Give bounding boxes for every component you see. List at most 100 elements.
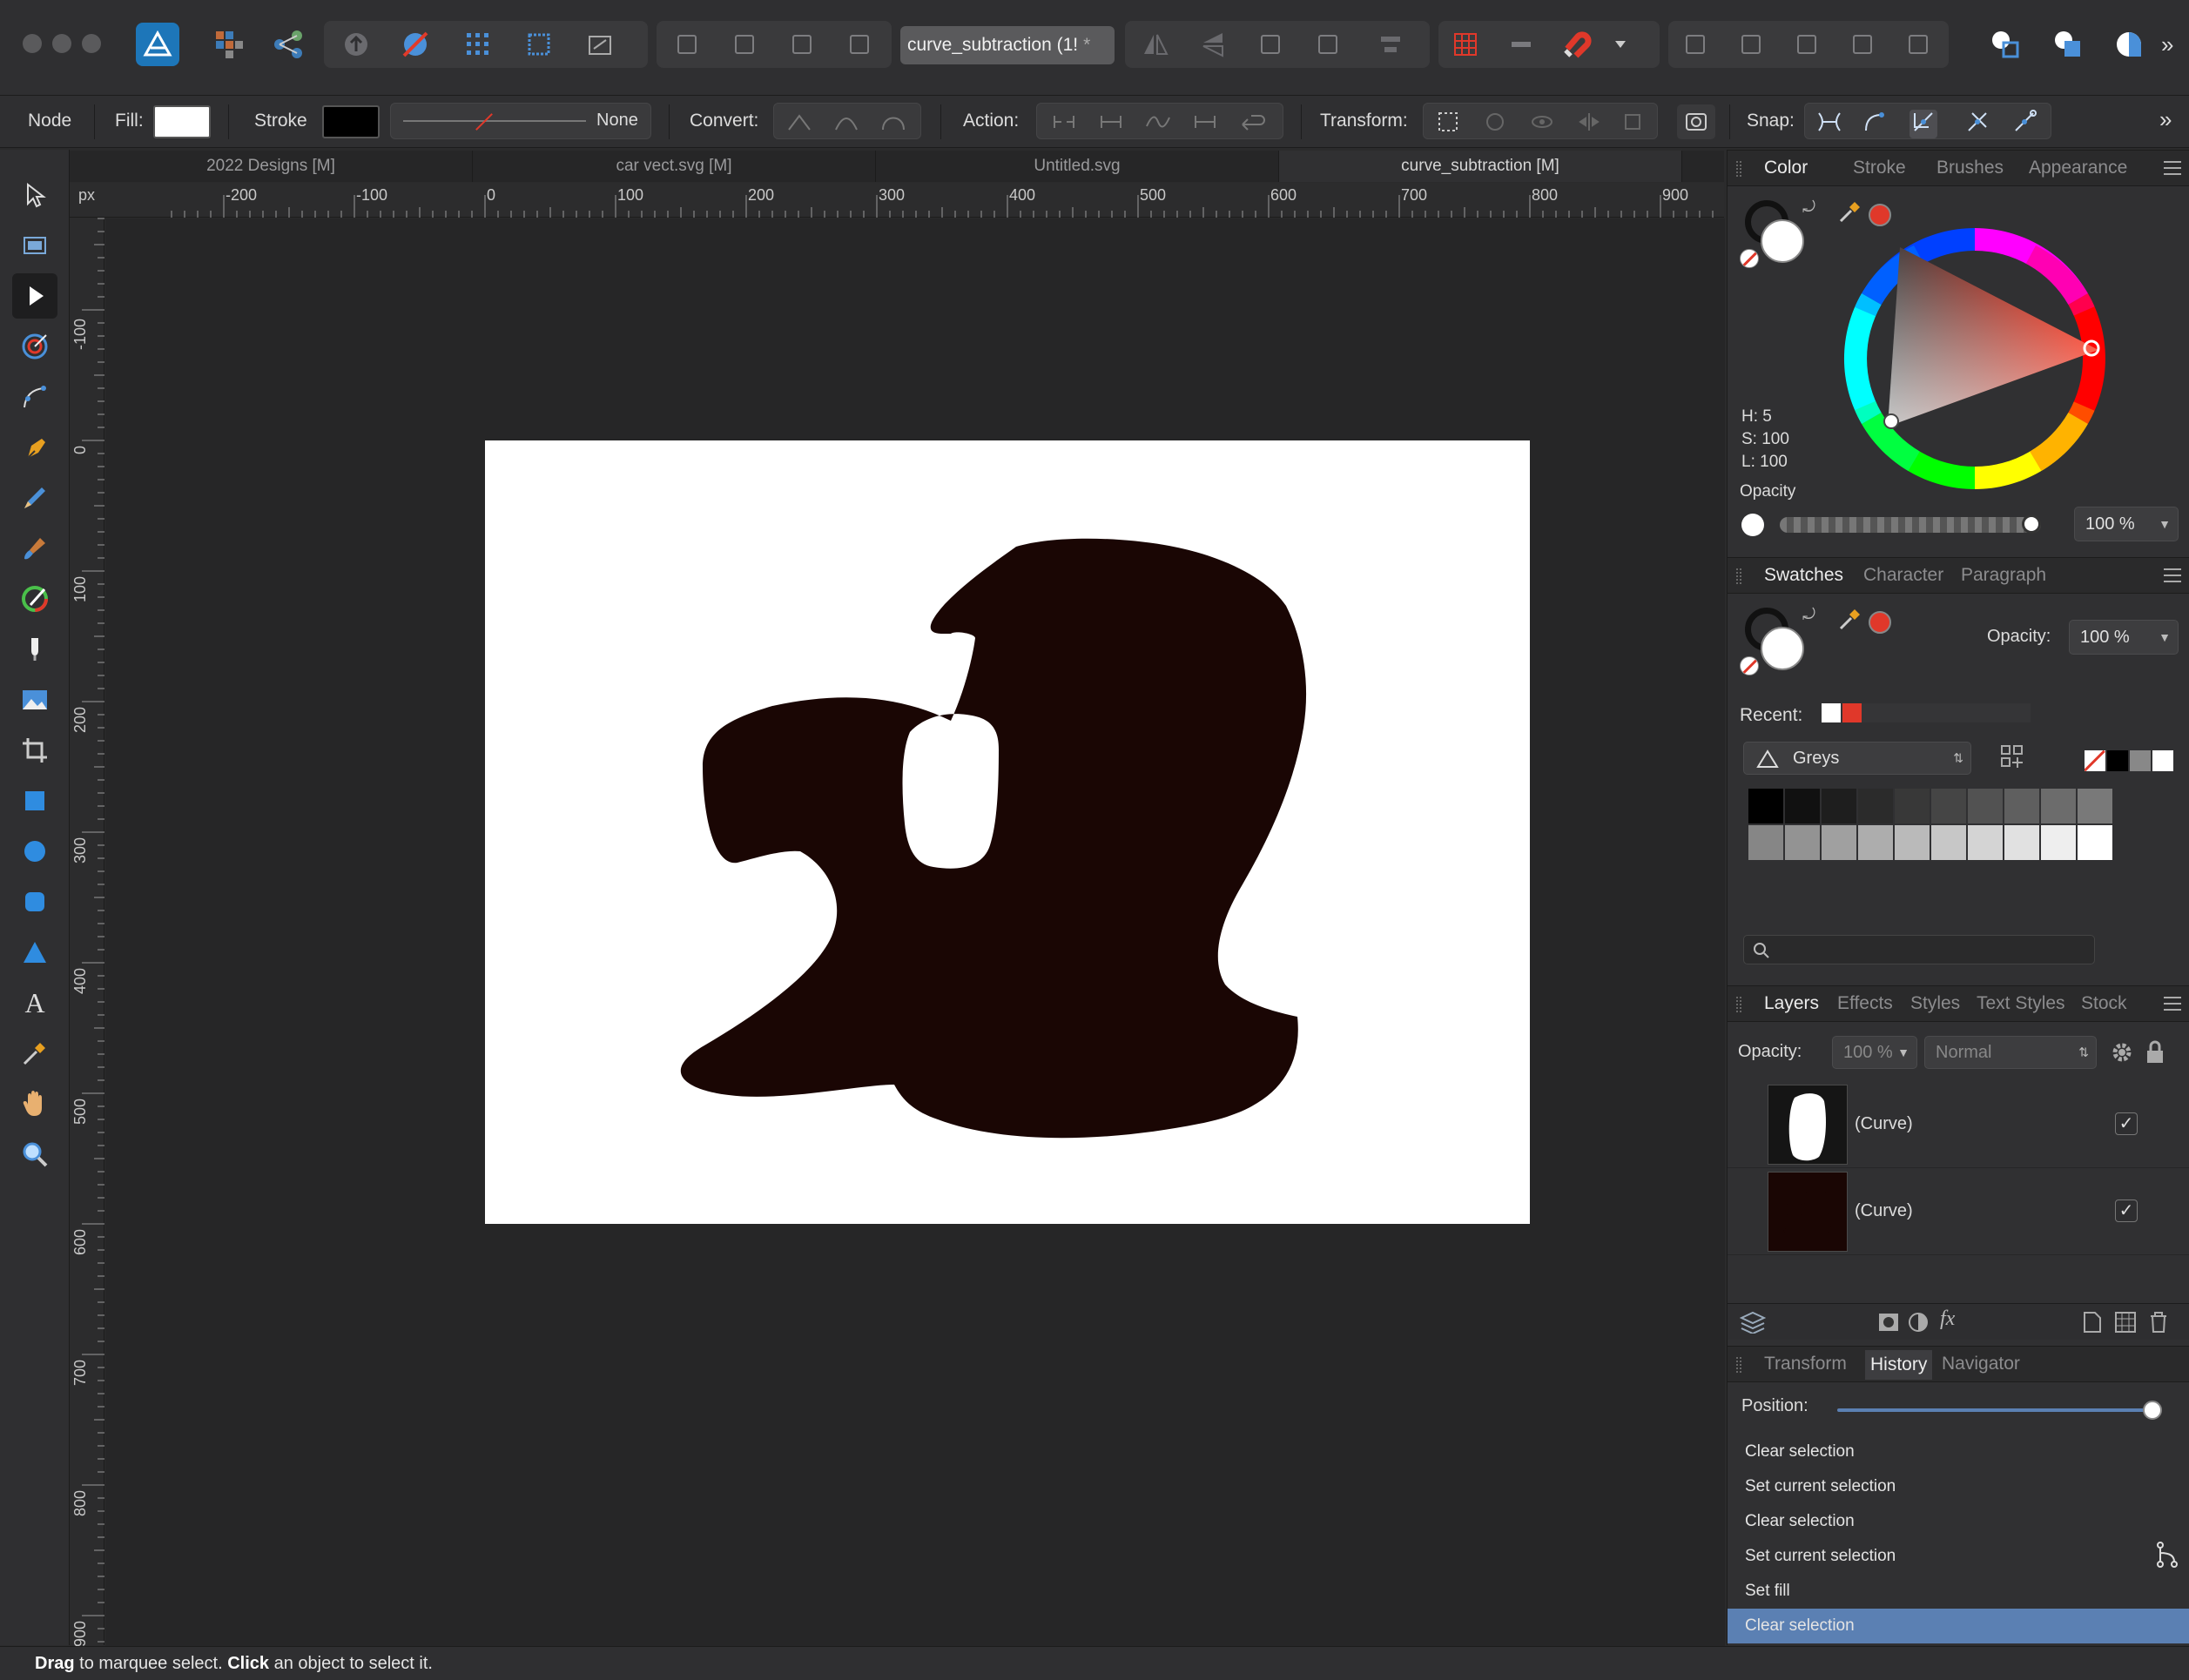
minimize-window-button[interactable] bbox=[52, 34, 71, 53]
history-item[interactable]: Clear selection bbox=[1728, 1435, 2189, 1469]
layers-opacity-input[interactable]: 100 % ▼ bbox=[1832, 1036, 1917, 1069]
layer-row[interactable]: (Curve) ✓ bbox=[1728, 1168, 2189, 1255]
tab-styles[interactable]: Styles bbox=[1910, 993, 1960, 1014]
xor-boolean-icon[interactable] bbox=[1841, 23, 1884, 66]
divide-boolean-icon[interactable] bbox=[1896, 23, 1940, 66]
document-title-button[interactable]: curve_subtraction (1! * bbox=[900, 26, 1115, 64]
rotate-right-icon[interactable] bbox=[1306, 23, 1350, 66]
node-tool-icon[interactable] bbox=[12, 273, 57, 319]
palette-swatch[interactable] bbox=[2041, 825, 2076, 860]
artistic-text-tool-icon[interactable]: A bbox=[12, 980, 57, 1025]
history-item[interactable]: Set current selection bbox=[1728, 1469, 2189, 1504]
move-tool-icon[interactable] bbox=[12, 172, 57, 218]
intersect-boolean-icon[interactable] bbox=[1785, 23, 1829, 66]
no-fill-icon[interactable] bbox=[1740, 249, 1759, 268]
stroke-color-well[interactable] bbox=[322, 105, 380, 138]
color-picker-tool-icon[interactable] bbox=[12, 1031, 57, 1076]
transform-bounding-box-icon[interactable] bbox=[1436, 110, 1460, 138]
swap-colors-icon[interactable]: ⤾ bbox=[1802, 198, 1815, 217]
palette-swatch[interactable] bbox=[1968, 825, 2003, 860]
add-layer-icon[interactable] bbox=[2083, 1311, 2102, 1338]
palette-swatch[interactable] bbox=[2041, 789, 2076, 823]
tab-text-styles[interactable]: Text Styles bbox=[1977, 993, 2065, 1014]
layers-panel-menu-icon[interactable] bbox=[2164, 997, 2181, 1011]
move-to-back-icon[interactable] bbox=[665, 23, 709, 66]
history-item[interactable]: Clear selection bbox=[1728, 1504, 2189, 1539]
opacity-slider-handle[interactable] bbox=[2022, 514, 2041, 534]
layers-stack-icon[interactable] bbox=[1739, 1311, 1767, 1338]
doc-tab-untitled[interactable]: Untitled.svg bbox=[876, 151, 1279, 182]
opacity-slider[interactable] bbox=[1780, 514, 2041, 534]
swatch-grey-quick[interactable] bbox=[2130, 750, 2151, 771]
rotate-left-icon[interactable] bbox=[1249, 23, 1292, 66]
history-branch-icon[interactable] bbox=[2154, 1541, 2180, 1573]
designer-persona-icon[interactable] bbox=[136, 23, 179, 66]
subtract-boolean-icon[interactable] bbox=[1729, 23, 1773, 66]
saturation-handle[interactable] bbox=[1883, 413, 1899, 429]
tab-transform[interactable]: Transform bbox=[1764, 1354, 1847, 1374]
snap-to-curves-icon[interactable] bbox=[1815, 110, 1843, 138]
add-mask-icon[interactable] bbox=[1877, 1312, 1900, 1337]
flip-horizontal-icon[interactable] bbox=[1134, 23, 1177, 66]
move-forward-one-icon[interactable] bbox=[780, 23, 824, 66]
doc-tab-curve-subtraction[interactable]: curve_subtraction [M] bbox=[1279, 151, 1682, 182]
artboard[interactable] bbox=[485, 440, 1530, 1224]
transform-align-icon[interactable] bbox=[1620, 110, 1645, 138]
vector-brush-tool-icon[interactable] bbox=[12, 526, 57, 571]
close-window-button[interactable] bbox=[23, 34, 42, 53]
layer-visibility-checkbox[interactable]: ✓ bbox=[2115, 1200, 2138, 1222]
pencil-tool-icon[interactable] bbox=[12, 475, 57, 521]
assistant-icon[interactable] bbox=[334, 23, 378, 66]
transparency-tool-icon[interactable] bbox=[12, 627, 57, 672]
zoom-tool-icon[interactable] bbox=[12, 1132, 57, 1177]
swatches-eyedropper-icon[interactable] bbox=[1837, 608, 1862, 636]
palette-selector[interactable]: Greys ⇅ bbox=[1743, 742, 1971, 775]
palette-swatch[interactable] bbox=[1858, 825, 1893, 860]
swatch-black-quick[interactable] bbox=[2107, 750, 2128, 771]
convert-smart-icon[interactable] bbox=[880, 111, 906, 138]
tab-navigator[interactable]: Navigator bbox=[1942, 1354, 2020, 1374]
layer-visibility-checkbox[interactable]: ✓ bbox=[2115, 1112, 2138, 1135]
tab-stroke[interactable]: Stroke bbox=[1853, 158, 1906, 178]
palette-swatch[interactable] bbox=[1822, 825, 1856, 860]
transform-rotate-icon[interactable] bbox=[1483, 110, 1507, 138]
tab-effects[interactable]: Effects bbox=[1837, 993, 1893, 1014]
history-slider-handle[interactable] bbox=[2143, 1401, 2162, 1420]
blend-mode-select[interactable]: Normal ⇅ bbox=[1924, 1036, 2097, 1069]
pixel-persona-icon[interactable] bbox=[207, 23, 251, 66]
no-snapping-icon[interactable] bbox=[394, 23, 437, 66]
horizontal-ruler[interactable]: px -200-10001002003004005006007008009001… bbox=[70, 183, 1828, 218]
snapping-magnet-icon[interactable] bbox=[1555, 23, 1599, 66]
add-pixel-layer-icon[interactable] bbox=[2114, 1311, 2137, 1338]
snapping-dropdown-icon[interactable] bbox=[1607, 23, 1633, 66]
artboard-tool-icon[interactable] bbox=[12, 223, 57, 268]
swatches-panel-menu-icon[interactable] bbox=[2164, 568, 2181, 582]
palette-swatch[interactable] bbox=[1931, 825, 1966, 860]
palette-swatch[interactable] bbox=[1785, 789, 1820, 823]
layer-settings-gear-icon[interactable] bbox=[2109, 1039, 2135, 1070]
move-back-one-icon[interactable] bbox=[723, 23, 766, 66]
palette-swatch[interactable] bbox=[1968, 789, 2003, 823]
history-item[interactable]: Set current selection bbox=[1728, 1539, 2189, 1574]
contour-tool-icon[interactable] bbox=[12, 324, 57, 369]
palette-swatch[interactable] bbox=[1931, 789, 1966, 823]
tab-swatches[interactable]: Swatches bbox=[1764, 565, 1843, 586]
place-image-tool-icon[interactable] bbox=[12, 677, 57, 722]
lock-layer-icon[interactable] bbox=[2144, 1039, 2166, 1070]
palette-swatch[interactable] bbox=[1748, 825, 1783, 860]
vertical-ruler[interactable]: -100 0 100 200 300 400 500 600 700 800 900 bbox=[70, 218, 104, 1647]
color-panel-menu-icon[interactable] bbox=[2164, 161, 2181, 175]
view-hand-tool-icon[interactable] bbox=[12, 1081, 57, 1126]
rounded-rectangle-tool-icon[interactable] bbox=[12, 879, 57, 924]
export-persona-icon[interactable] bbox=[266, 23, 310, 66]
recent-red-swatch[interactable] bbox=[1842, 703, 1862, 722]
guides-icon[interactable] bbox=[1499, 23, 1543, 66]
corner-tool-icon[interactable] bbox=[12, 374, 57, 420]
ellipse-tool-icon[interactable] bbox=[12, 829, 57, 874]
palette-swatch[interactable] bbox=[2004, 789, 2039, 823]
transform-origin-icon[interactable] bbox=[1677, 104, 1715, 139]
fill-tool-icon[interactable] bbox=[12, 576, 57, 622]
pen-tool-icon[interactable] bbox=[12, 425, 57, 470]
insert-top-icon[interactable] bbox=[2107, 23, 2151, 66]
insert-behind-icon[interactable] bbox=[2046, 23, 2090, 66]
